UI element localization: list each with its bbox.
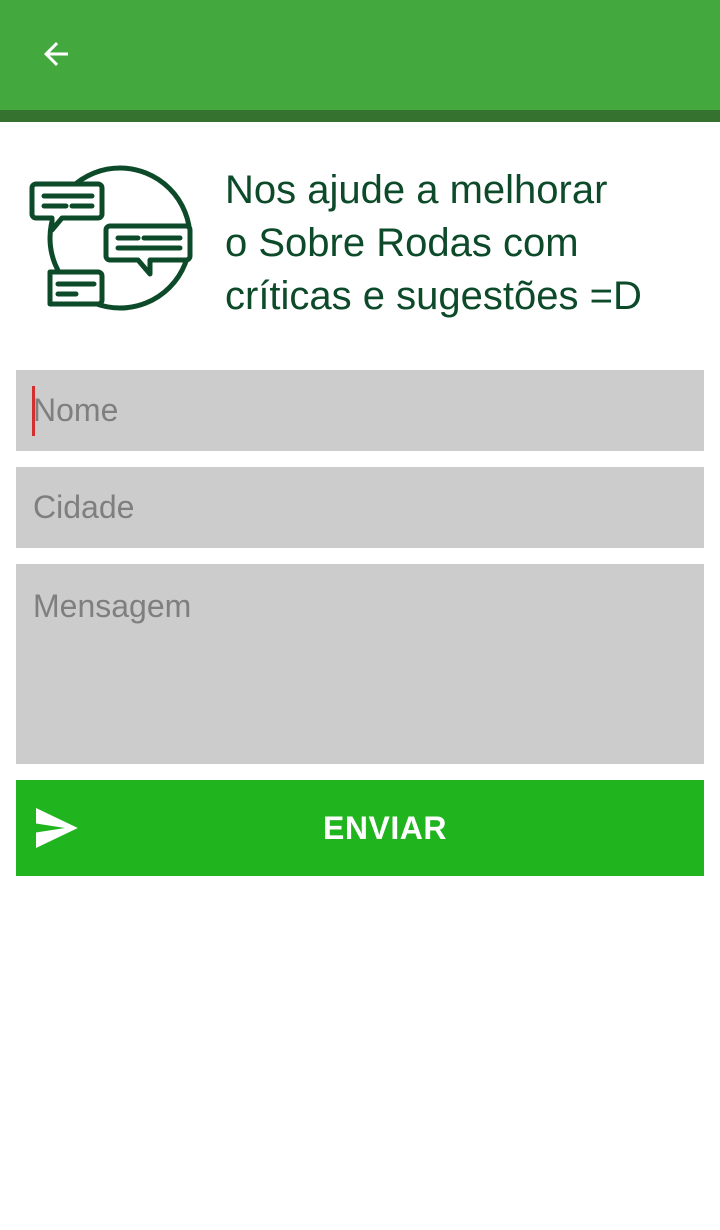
back-button[interactable]	[26, 26, 86, 82]
feedback-screen: Nos ajude a melhorar o Sobre Rodas com c…	[0, 0, 720, 1230]
headline-line: Nos ajude a melhorar	[225, 168, 608, 212]
name-input[interactable]	[16, 370, 704, 451]
feedback-headline: Nos ajude a melhorar o Sobre Rodas com c…	[225, 164, 705, 323]
app-bar	[0, 0, 720, 110]
send-button-label: ENVIAR	[323, 810, 447, 846]
app-bar-shadow	[0, 110, 720, 122]
message-textarea[interactable]	[16, 564, 704, 764]
text-cursor	[32, 386, 35, 436]
headline-line: críticas e sugestões =D	[225, 274, 642, 318]
headline-line: o Sobre Rodas com	[225, 221, 579, 265]
city-input[interactable]	[16, 467, 704, 548]
arrow-back-icon	[44, 42, 68, 66]
send-button[interactable]: ENVIAR	[16, 780, 704, 876]
feedback-header: Nos ajude a melhorar o Sobre Rodas com c…	[0, 122, 720, 362]
chat-bubbles-globe-icon	[29, 165, 193, 311]
